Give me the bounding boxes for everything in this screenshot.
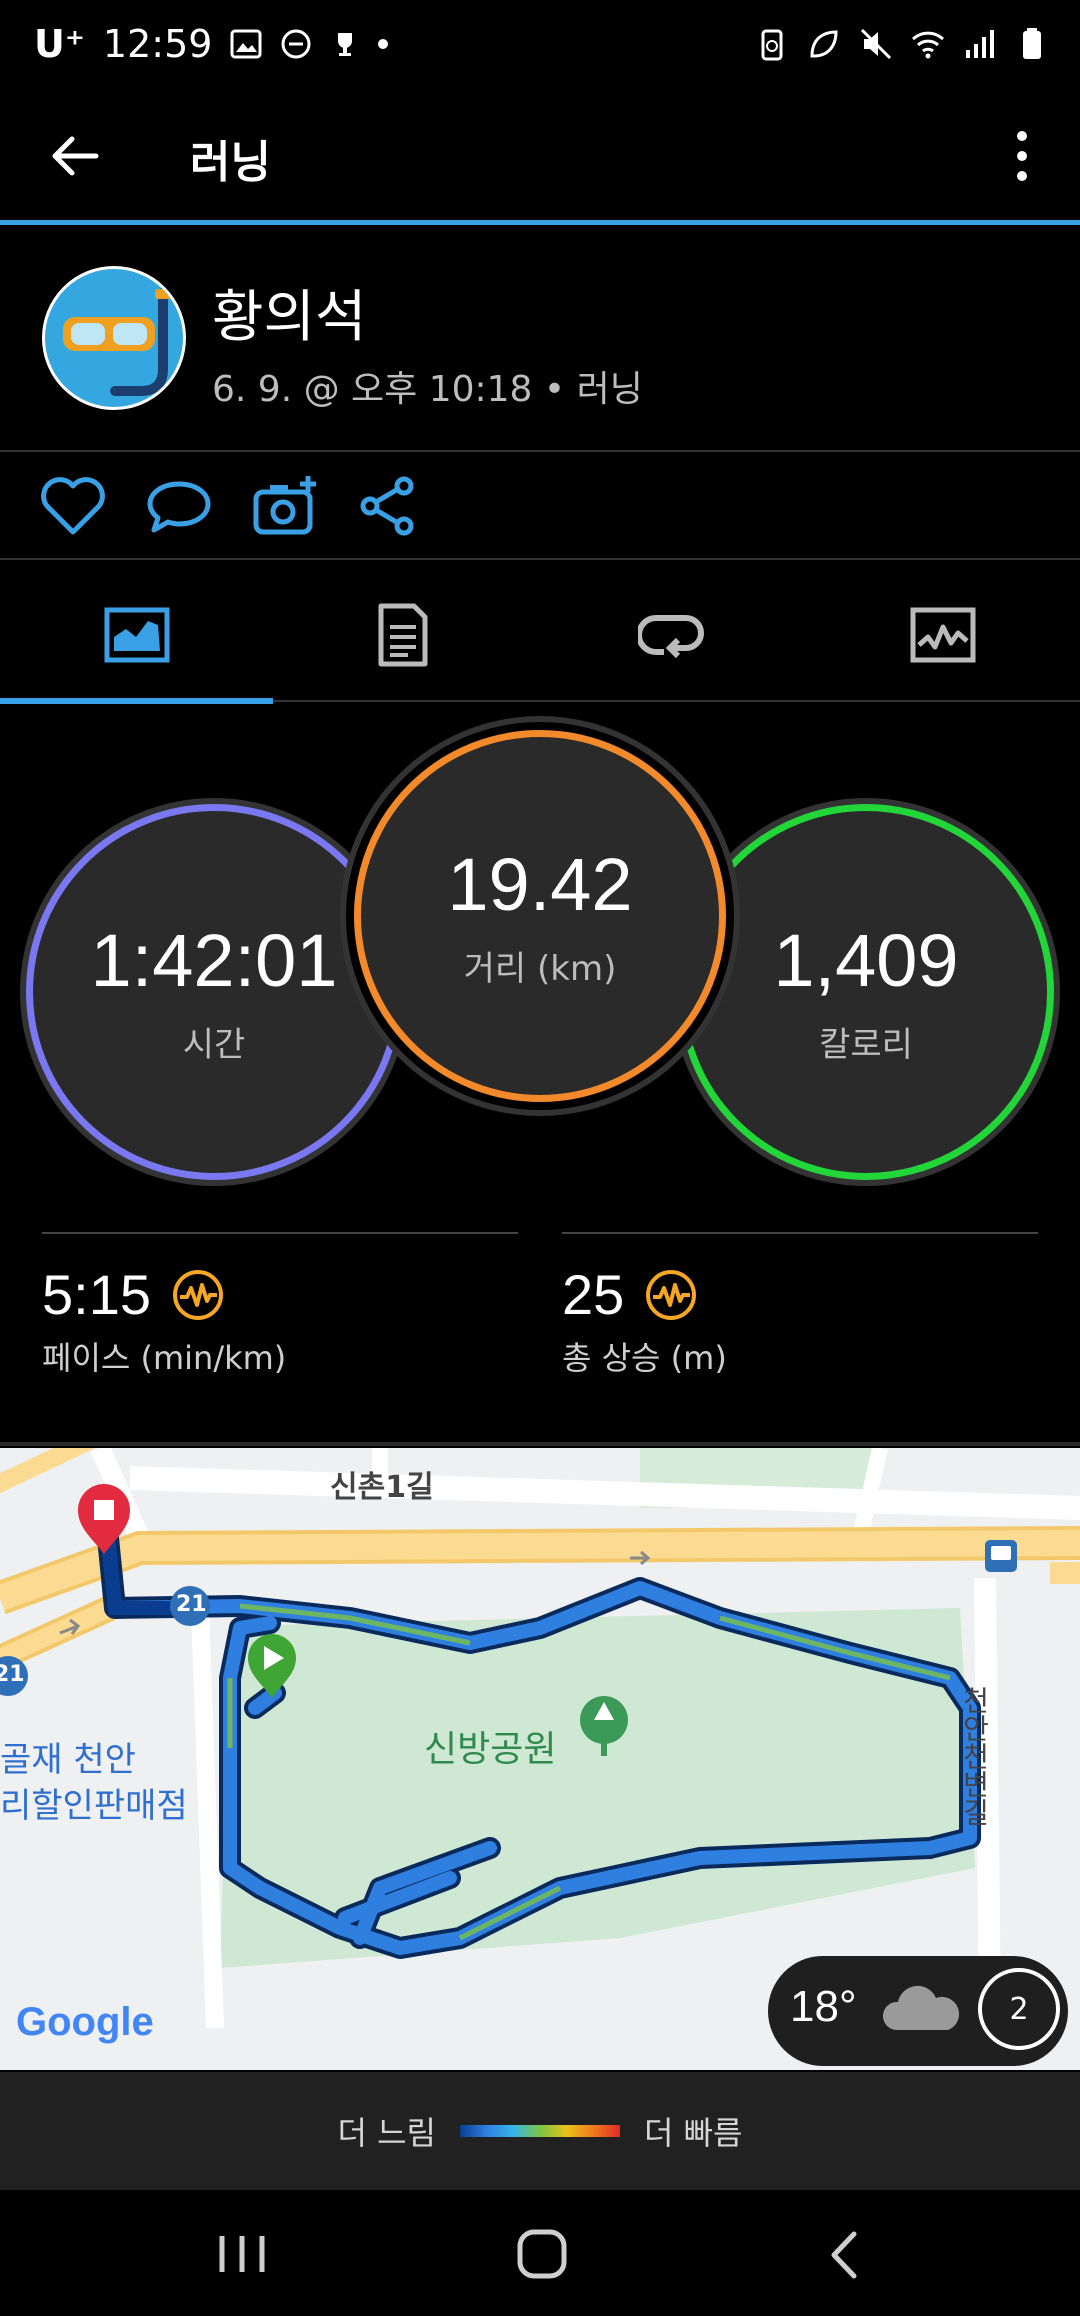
pace-stat: 5:15 페이스 (min/km)	[42, 1262, 286, 1379]
route-number-label: 21	[0, 1662, 25, 1687]
system-nav-bar	[0, 2190, 1080, 2316]
avatar[interactable]	[42, 266, 186, 410]
activity-subtitle: 6. 9. @ 오후 10:18 • 러닝	[212, 369, 643, 410]
active-tab-indicator	[0, 698, 273, 704]
ascent-label: 총 상승 (m)	[562, 1339, 727, 1377]
notification-dot-icon	[378, 39, 389, 49]
divider	[0, 450, 1080, 452]
time-circle: 1:42:01 시간	[26, 804, 402, 1180]
like-heart-icon[interactable]	[38, 474, 108, 538]
slow-label: 더 느림	[337, 2114, 437, 2152]
pace-label: 페이스 (min/km)	[42, 1339, 287, 1377]
stat-divider	[562, 1232, 1038, 1234]
performance-badge-icon[interactable]	[644, 1268, 698, 1322]
status-bar: U⁺ 12:59	[0, 0, 1080, 96]
battery-saver-icon	[761, 29, 783, 61]
recent-apps-icon[interactable]	[212, 2230, 272, 2278]
distance-circle: 19.42 거리 (km)	[354, 730, 726, 1102]
divider	[0, 1442, 1080, 1446]
pace-value: 5:15	[42, 1263, 151, 1326]
page-title: 러닝	[190, 137, 271, 188]
performance-badge-icon[interactable]	[171, 1268, 225, 1322]
tab-laps[interactable]	[536, 570, 806, 700]
stat-divider	[42, 1232, 518, 1234]
cloud-icon	[882, 1985, 960, 2030]
tab-overview[interactable]	[2, 570, 272, 700]
stats-circles: 1:42:01 시간 1,409 칼로리 19.42 거리 (km)	[0, 720, 1080, 1200]
wind-speed: 2	[1009, 1991, 1029, 2027]
image-icon	[230, 29, 262, 59]
leaf-icon	[810, 30, 838, 58]
overview-chart-icon	[104, 607, 170, 663]
dnd-icon	[281, 29, 311, 59]
ascent-value: 25	[562, 1263, 625, 1326]
ascent-stat: 25 총 상승 (m)	[562, 1262, 727, 1379]
tab-charts[interactable]	[808, 570, 1078, 700]
snorkel-mask-icon	[63, 288, 171, 396]
park-label: 신방공원	[424, 1729, 557, 1770]
trophy-icon	[338, 33, 353, 56]
back-nav-icon[interactable]	[820, 2228, 870, 2282]
street-label: 신촌1길	[330, 1470, 434, 1505]
time-value: 1:42:01	[90, 919, 338, 1002]
calories-label: 칼로리	[819, 1025, 913, 1065]
route-number-label: 21	[176, 1592, 207, 1617]
store-label-line1: 골재 천안	[0, 1740, 136, 1780]
more-options-icon[interactable]	[1000, 124, 1044, 188]
divider	[0, 558, 1080, 560]
weather-pill[interactable]: 18° 2	[768, 1956, 1068, 2066]
side-street-label: 천안천변길	[958, 1686, 991, 1826]
document-list-icon	[378, 603, 428, 667]
google-logo: Google	[16, 2000, 154, 2044]
profile-name: 황의석	[212, 285, 367, 350]
laps-loop-icon	[638, 615, 704, 659]
share-icon[interactable]	[356, 474, 420, 538]
mute-icon	[860, 28, 892, 60]
clock: 12:59	[102, 22, 213, 66]
calories-value: 1,409	[773, 919, 959, 1002]
calories-circle: 1,409 칼로리	[678, 804, 1054, 1180]
distance-value: 19.42	[447, 843, 633, 926]
home-icon[interactable]	[514, 2226, 570, 2282]
wifi-icon	[911, 31, 945, 59]
fast-label: 더 빠름	[644, 2114, 743, 2152]
graph-icon	[910, 607, 976, 663]
carrier-label: U⁺	[34, 22, 85, 66]
pace-gradient-bar	[460, 2125, 620, 2137]
signal-icon	[966, 30, 994, 58]
tab-details[interactable]	[268, 570, 538, 700]
time-label: 시간	[182, 1025, 246, 1065]
add-photo-icon[interactable]	[250, 474, 320, 538]
battery-icon	[1023, 28, 1041, 59]
comment-icon[interactable]	[144, 476, 214, 538]
store-label-line2: 리할인판매점	[0, 1786, 188, 1826]
distance-label: 거리 (km)	[463, 949, 617, 989]
pace-legend: 더 느림 더 빠름	[0, 2072, 1080, 2190]
back-arrow-icon[interactable]	[44, 126, 104, 186]
wind-dial: 2	[978, 1968, 1060, 2050]
header-accent-line	[0, 220, 1080, 225]
temperature: 18°	[790, 1982, 857, 2031]
app-bar: 러닝	[0, 96, 1080, 222]
